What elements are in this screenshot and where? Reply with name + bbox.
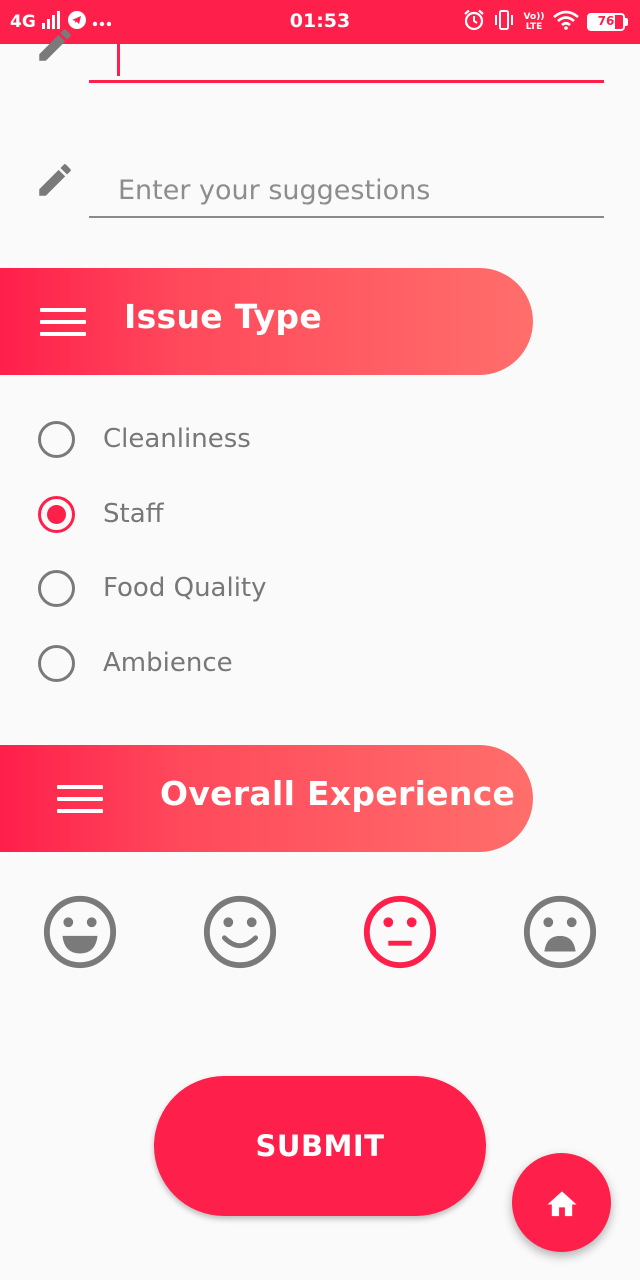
battery-level: 76 — [597, 14, 615, 28]
status-bar: 4G 01:53 Vo)) LTE 76 — [0, 0, 640, 44]
radio-option-ambience[interactable]: Ambience — [38, 643, 233, 683]
radio-option-staff[interactable]: Staff — [38, 494, 164, 534]
volte-icon: Vo)) LTE — [523, 12, 545, 32]
radio-button[interactable] — [38, 420, 75, 458]
previous-field-underline[interactable] — [89, 80, 604, 83]
radio-label: Cleanliness — [103, 424, 251, 454]
sad-face-icon[interactable] — [521, 893, 599, 971]
suggestions-input[interactable] — [89, 168, 604, 212]
submit-button[interactable]: SUBMIT — [154, 1076, 486, 1216]
radio-label: Ambience — [103, 648, 233, 678]
home-icon — [546, 1190, 577, 1216]
alarm-icon — [463, 9, 485, 35]
previous-field-row — [0, 29, 640, 94]
radio-option-cleanliness[interactable]: Cleanliness — [38, 419, 251, 459]
battery-icon: 76 — [587, 13, 628, 31]
text-cursor — [117, 44, 120, 76]
issue-type-title: Issue Type — [124, 297, 323, 336]
menu-icon — [40, 308, 86, 336]
suggestions-field-row — [0, 156, 640, 220]
wifi-icon — [553, 10, 579, 34]
very-happy-face-icon[interactable] — [41, 893, 119, 971]
radio-option-food-quality[interactable]: Food Quality — [38, 568, 267, 608]
happy-face-icon[interactable] — [201, 893, 279, 971]
radio-button[interactable] — [38, 569, 75, 607]
menu-icon — [57, 785, 103, 813]
radio-button[interactable] — [38, 644, 75, 682]
suggestions-underline — [89, 216, 604, 218]
status-bar-right: Vo)) LTE 76 — [463, 8, 628, 36]
radio-button-selected[interactable] — [38, 495, 75, 533]
pencil-icon — [39, 164, 71, 196]
neutral-face-icon[interactable] — [361, 893, 439, 971]
vibrate-icon — [493, 9, 515, 35]
home-fab-button[interactable] — [512, 1153, 611, 1252]
overall-experience-title: Overall Experience — [160, 774, 516, 813]
issue-type-header: Issue Type — [0, 268, 533, 375]
pencil-icon — [39, 29, 71, 61]
feedback-screen: 4G 01:53 Vo)) LTE 76 Enter your suggesti… — [0, 0, 640, 1280]
radio-label: Food Quality — [103, 573, 267, 603]
radio-label: Staff — [103, 499, 164, 529]
overall-experience-header: Overall Experience — [0, 745, 533, 852]
